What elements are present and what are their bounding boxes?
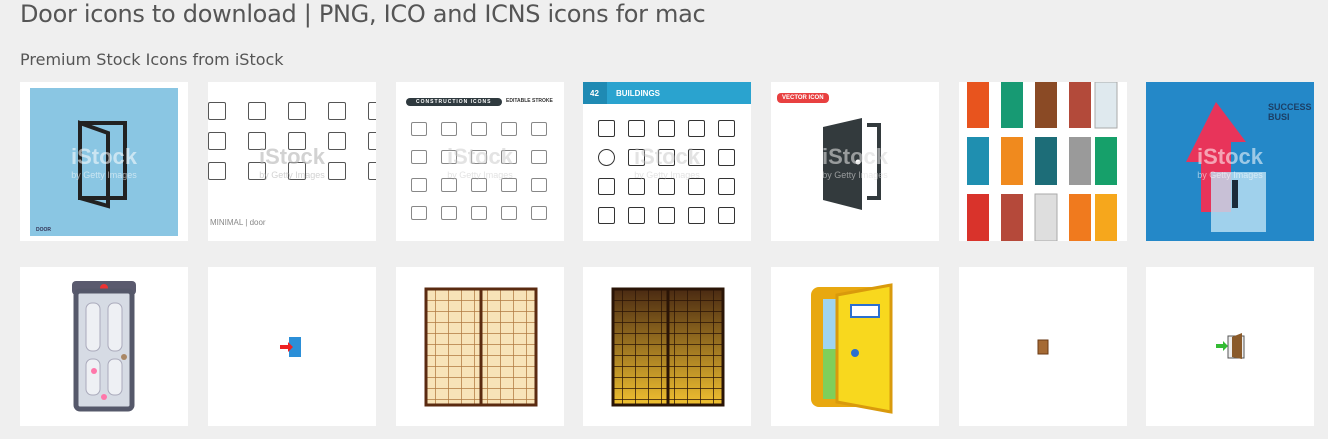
cartoon-door-icon — [72, 281, 136, 412]
stock-tile-colored-doors[interactable] — [959, 82, 1127, 241]
stock-tile-vector-door[interactable]: VECTOR ICON iStock by Getty Images — [771, 82, 939, 241]
building-icon-grid — [598, 120, 735, 224]
stock-tile-success-business[interactable]: SUCCESS BUSI iStock by Getty Images — [1146, 82, 1314, 241]
icon-grid — [411, 122, 547, 220]
open-door-icon — [823, 118, 881, 210]
section-heading: Premium Stock Icons from iStock — [20, 50, 284, 69]
door-icon-grid — [208, 102, 376, 180]
icon-tile-yellow-open-door[interactable] — [771, 267, 939, 426]
stock-tile-buildings[interactable]: 42 BUILDINGS iStock by Getty Images — [583, 82, 751, 241]
page-title: Door icons to download | PNG, ICO and IC… — [20, 0, 706, 28]
icon-tile-shoji-door-dark[interactable] — [583, 267, 751, 426]
stock-tile-construction[interactable]: CONSTRUCTION ICONS EDITABLE STROKE iStoc… — [396, 82, 564, 241]
tile-image: DOOR — [30, 88, 178, 236]
exit-door-icon — [280, 337, 301, 357]
icon-tile-exit-door-green-arrow[interactable] — [1146, 267, 1314, 426]
wooden-door-icon — [1037, 339, 1049, 355]
exit-door-green-icon — [1216, 333, 1245, 359]
shoji-door-icon — [424, 287, 538, 407]
shoji-door-dark-icon — [611, 287, 725, 407]
stock-tile-door-outline[interactable]: DOOR iStock by Getty Images — [20, 82, 188, 241]
buildings-header: 42 BUILDINGS — [583, 82, 751, 104]
colored-doors-image — [967, 82, 1118, 241]
icon-tile-exit-door-small[interactable] — [208, 267, 376, 426]
yellow-open-door-icon — [811, 283, 893, 414]
icon-tile-wooden-door-small[interactable] — [959, 267, 1127, 426]
icon-tile-shoji-door-light[interactable] — [396, 267, 564, 426]
icon-tile-cartoon-door[interactable] — [20, 267, 188, 426]
stock-tile-minimal-doors[interactable]: MINIMAL | door iStock by Getty Images — [208, 82, 376, 241]
door-icon — [78, 120, 127, 209]
